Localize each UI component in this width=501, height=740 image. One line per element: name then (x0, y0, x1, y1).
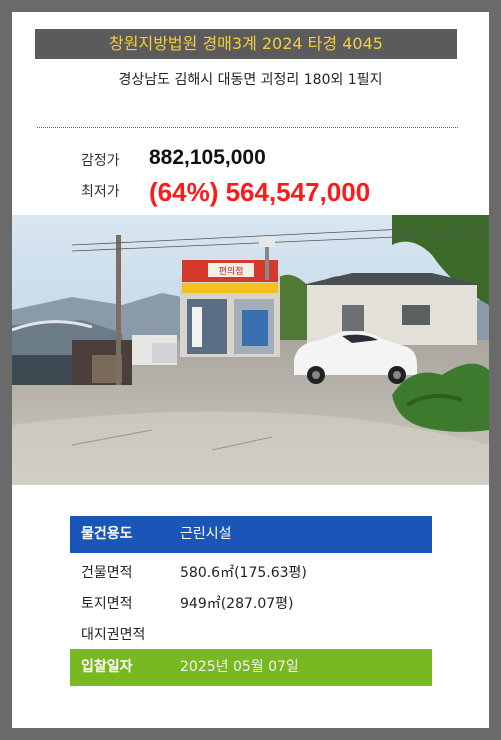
store-sign-text: 편의점 (219, 265, 244, 277)
bid-date-value: 2025년 05월 07일 (180, 659, 299, 675)
appraisal-value: 882,105,000 (149, 146, 266, 169)
usage-value: 근린시설 (180, 526, 232, 542)
property-address: 경상남도 김해시 대동면 괴정리 180외 1필지 (118, 72, 383, 88)
dotted-divider (37, 127, 458, 128)
minimum-price-label: 최저가 (81, 184, 120, 200)
minimum-price-value: (64%) 564,547,000 (149, 177, 371, 207)
appraisal-label: 감정가 (81, 153, 120, 169)
case-title: 창원지방법원 경매3계 2024 타경 4045 (35, 29, 457, 59)
auction-card: 창원지방법원 경매3계 2024 타경 4045 경상남도 김해시 대동면 괴정… (12, 12, 489, 728)
bid-date-row: 입찰일자 2025년 05월 07일 (70, 649, 432, 686)
usage-row: 물건용도 근린시설 (70, 516, 432, 553)
property-photo: 편의점 (12, 215, 489, 485)
bid-date-label: 입찰일자 (81, 659, 133, 675)
usage-label: 물건용도 (81, 526, 133, 542)
